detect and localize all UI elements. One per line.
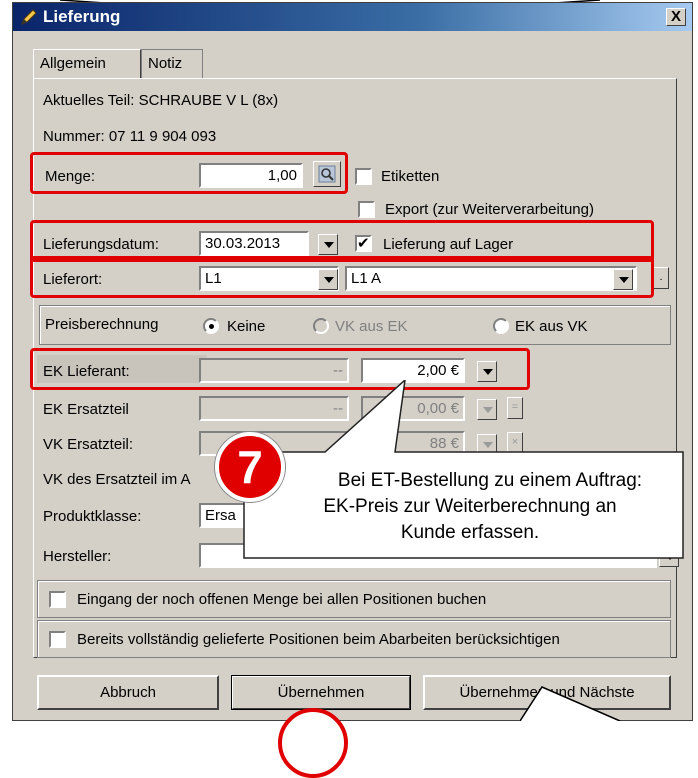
highlight-menge — [30, 152, 348, 194]
radio-vk-aus-ek-label: VK aus EK — [335, 318, 408, 335]
callout-line-3: Kunde erfassen. — [400, 522, 540, 543]
etiketten-label: Etiketten — [381, 168, 440, 185]
callout-text: Bei ET-Bestellung zu einem Auftrag: EK-P… — [250, 468, 690, 546]
vk-ersatzteil-label: VK Ersatzteil: — [43, 436, 134, 453]
lieferort-extra-button[interactable]: . — [653, 267, 669, 289]
eingang-label: Eingang der noch offenen Menge bei allen… — [77, 591, 487, 608]
uebernehmen-button[interactable]: Übernehmen — [231, 675, 411, 710]
radio-vk-aus-ek[interactable] — [313, 318, 329, 334]
bottom-callout-pointer — [520, 686, 621, 721]
radio-keine[interactable] — [203, 318, 219, 334]
ek-ersatzteil-label: EK Ersatzteil — [43, 401, 129, 418]
tab-allgemein[interactable]: Allgemein — [33, 49, 141, 79]
produktklasse-label: Produktklasse: — [43, 508, 142, 525]
current-part-label: Aktuelles Teil: SCHRAUBE V L (8x) — [43, 92, 279, 109]
tab-allgemein-label: Allgemein — [40, 55, 106, 72]
uebernehmen-label: Übernehmen — [277, 684, 365, 701]
tab-notiz[interactable]: Notiz — [141, 49, 203, 79]
window-title: Lieferung — [43, 7, 121, 26]
eingang-checkbox[interactable] — [49, 591, 66, 608]
abbruch-mnemonic: Abbruch — [100, 684, 156, 701]
title-bar: Lieferung X — [13, 3, 692, 31]
part-number-label: Nummer: 07 11 9 904 093 — [43, 128, 217, 145]
radio-keine-label: Keine — [227, 318, 266, 335]
step-badge: 7 — [215, 432, 285, 502]
callout-line-1: Bei ET-Bestellung zu einem Auftrag: — [337, 470, 643, 491]
etiketten-checkbox[interactable] — [355, 168, 372, 185]
preisberechnung-label: Preisberechnung — [45, 316, 159, 333]
hersteller-label: Hersteller: — [43, 548, 112, 565]
callout-line-2: EK-Preis zur Weiterberechnung an — [323, 496, 617, 517]
close-button[interactable]: X — [666, 8, 686, 26]
export-checkbox[interactable] — [358, 201, 375, 218]
radio-ek-aus-vk[interactable] — [493, 318, 509, 334]
pencil-icon — [21, 9, 37, 25]
abbruch-button[interactable]: Abbruch — [37, 675, 219, 710]
export-label: Export (zur Weiterverarbeitung) — [385, 201, 594, 218]
highlight-lieferort — [30, 256, 654, 298]
vk-auftrag-label: VK des Ersatzteil im A — [43, 471, 191, 488]
radio-ek-aus-vk-label: EK aus VK — [515, 318, 588, 335]
step-badge-next-partial — [278, 708, 348, 778]
bereits-checkbox[interactable] — [49, 631, 66, 648]
close-icon: X — [670, 8, 681, 25]
bereits-label: Bereits vollständig gelieferte Positione… — [77, 631, 560, 648]
tab-notiz-label: Notiz — [148, 55, 183, 72]
